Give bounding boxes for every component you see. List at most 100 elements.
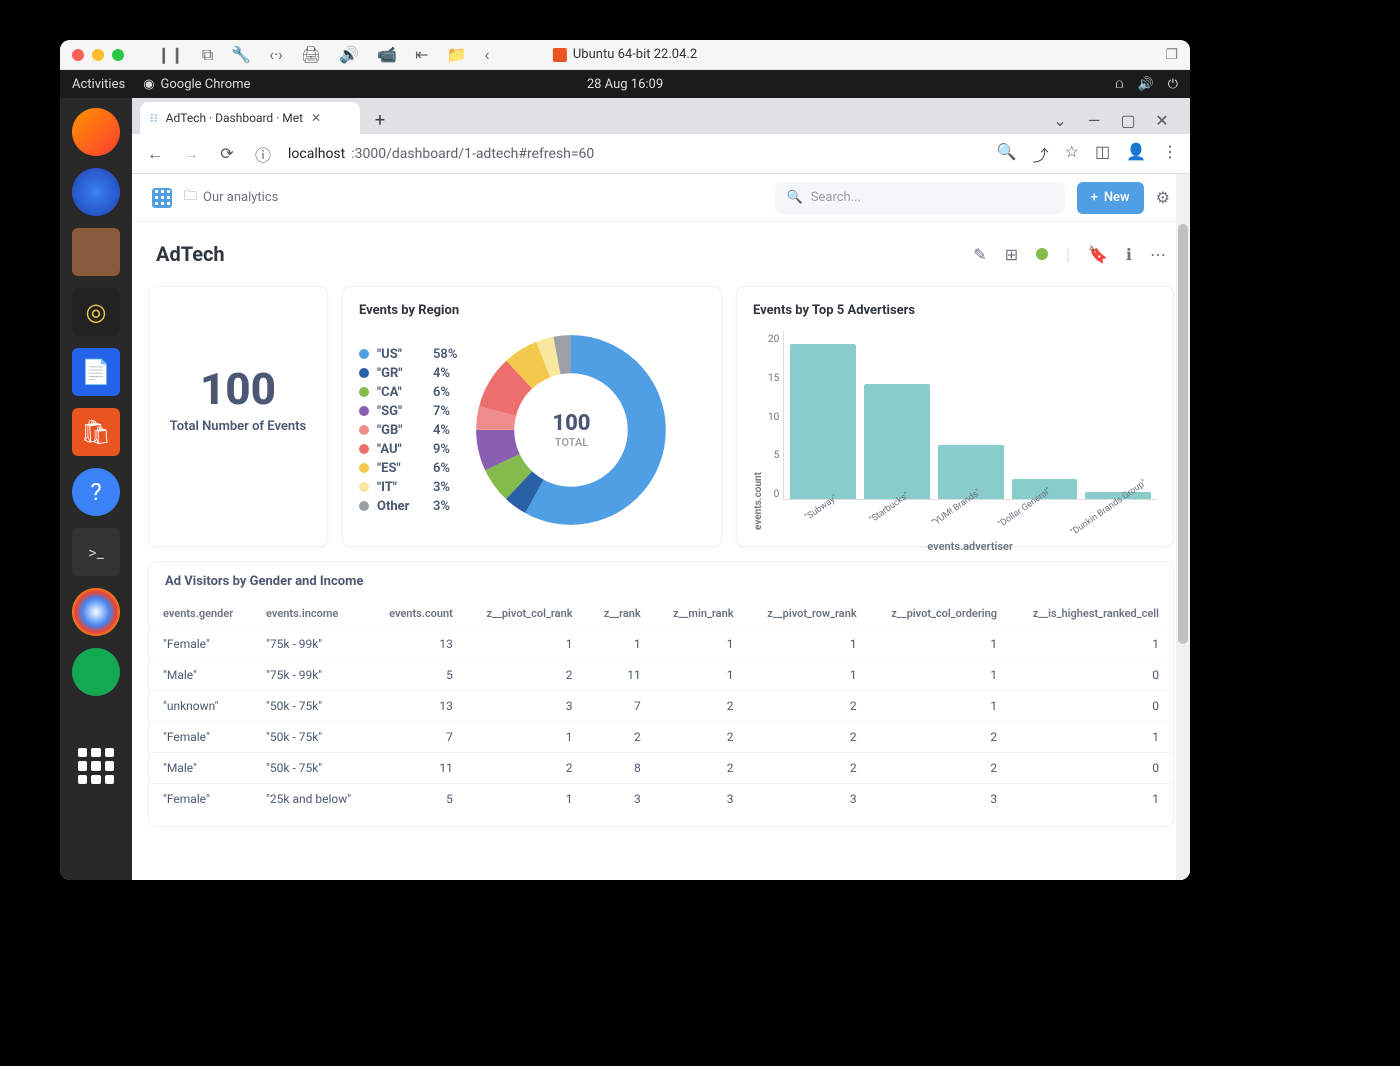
gnome-top-bar: Activities ◉ Google Chrome 28 Aug 16:09 … bbox=[60, 70, 1190, 98]
dashboard-header: AdTech ✎ ⊞ | 🔖 ℹ ⋯ bbox=[132, 222, 1190, 286]
zoom-icon[interactable]: 🔍 bbox=[997, 142, 1017, 166]
sound-icon[interactable]: 🔊 bbox=[339, 45, 359, 65]
table-row[interactable]: "Male""75k - 99k"52111110 bbox=[149, 660, 1173, 691]
table-row[interactable]: "Female""25k and below"5133331 bbox=[149, 784, 1173, 815]
legend-item[interactable]: "IT"3% bbox=[359, 478, 457, 497]
new-tab-button[interactable]: + bbox=[366, 106, 394, 134]
region-legend: "US"58%"GR"4%"CA"6%"SG"7%"GB"4%"AU"9%"ES… bbox=[359, 345, 457, 516]
window-close-icon[interactable]: ✕ bbox=[1148, 106, 1176, 134]
clock[interactable]: 28 Aug 16:09 bbox=[587, 77, 663, 92]
url-display[interactable]: localhost:3000/dashboard/1-adtech#refres… bbox=[288, 146, 594, 162]
legend-item[interactable]: "GB"4% bbox=[359, 421, 457, 440]
card-top-advertisers[interactable]: Events by Top 5 Advertisers events.count… bbox=[736, 286, 1174, 547]
profile-icon[interactable]: 👤 bbox=[1126, 142, 1146, 166]
new-button[interactable]: + New bbox=[1077, 182, 1144, 214]
back-icon[interactable]: ‹ bbox=[484, 45, 489, 65]
table-row[interactable]: "Female""75k - 99k"13111111 bbox=[149, 629, 1173, 660]
favicon-icon: ⁝⁝ bbox=[150, 111, 158, 125]
address-bar: ← → ⟳ ⓘ localhost:3000/dashboard/1-adtec… bbox=[132, 134, 1190, 174]
mac-titlebar: ❙❙ ⧉ 🔧 ‹·› 🖨 🔊 📹 ⇤ 📁 ‹ Ubuntu 64-bit 22.… bbox=[60, 40, 1190, 70]
edit-icon[interactable]: ✎ bbox=[973, 245, 986, 264]
folder-icon[interactable]: 📁 bbox=[447, 45, 467, 65]
table-row[interactable]: "unknown""50k - 75k"13372210 bbox=[149, 691, 1173, 722]
show-apps-icon[interactable] bbox=[78, 748, 114, 784]
sidepanel-icon[interactable]: ◫ bbox=[1095, 142, 1110, 166]
breadcrumb[interactable]: 🗀 Our analytics bbox=[184, 187, 278, 209]
tab-title: AdTech · Dashboard · Met bbox=[166, 111, 303, 125]
mac-minimize-icon[interactable] bbox=[92, 49, 104, 61]
plus-icon: + bbox=[1091, 190, 1098, 205]
snapshot-icon[interactable]: ⧉ bbox=[202, 45, 213, 65]
legend-item[interactable]: "SG"7% bbox=[359, 402, 457, 421]
activities-button[interactable]: Activities bbox=[72, 77, 125, 92]
window-minimize-icon[interactable]: — bbox=[1080, 106, 1108, 134]
files-icon[interactable] bbox=[72, 228, 120, 276]
transfer-icon[interactable]: ⇤ bbox=[415, 45, 428, 65]
power-icon[interactable]: ⏻ bbox=[1168, 77, 1178, 92]
legend-item[interactable]: "GR"4% bbox=[359, 364, 457, 383]
data-table: events.genderevents.incomeevents.countz_… bbox=[149, 599, 1173, 814]
window-maximize-icon[interactable]: ▢ bbox=[1114, 106, 1142, 134]
printer-icon[interactable]: 🖨 bbox=[301, 45, 321, 65]
tab-strip: ⁝⁝ AdTech · Dashboard · Met ✕ + ⌄ — ▢ ✕ bbox=[132, 98, 1190, 134]
metabase-logo-icon[interactable] bbox=[152, 188, 172, 208]
legend-item[interactable]: "US"58% bbox=[359, 345, 457, 364]
thunderbird-icon[interactable] bbox=[72, 168, 120, 216]
active-app[interactable]: ◉ Google Chrome bbox=[143, 77, 250, 92]
help-icon[interactable]: ? bbox=[72, 468, 120, 516]
metabase-header: 🗀 Our analytics 🔍 Search... + New ⚙ bbox=[132, 174, 1190, 222]
page-content: 🗀 Our analytics 🔍 Search... + New ⚙ AdTe… bbox=[132, 174, 1190, 880]
card-total-events[interactable]: 100 Total Number of Events bbox=[148, 286, 328, 547]
code-icon[interactable]: ‹·› bbox=[269, 45, 283, 65]
wrench-icon[interactable]: 🔧 bbox=[231, 45, 251, 65]
card-events-by-region[interactable]: Events by Region "US"58%"GR"4%"CA"6%"SG"… bbox=[342, 286, 722, 547]
scrollbar-thumb[interactable] bbox=[1178, 224, 1188, 644]
scrollbar[interactable] bbox=[1176, 174, 1190, 880]
info-icon[interactable]: ℹ bbox=[1126, 245, 1132, 264]
legend-item[interactable]: "ES"6% bbox=[359, 459, 457, 478]
bar[interactable] bbox=[790, 344, 856, 499]
legend-item[interactable]: Other3% bbox=[359, 497, 457, 516]
add-card-icon[interactable]: ⊞ bbox=[1005, 245, 1018, 264]
terminal-icon[interactable]: >_ bbox=[72, 528, 120, 576]
search-icon: 🔍 bbox=[787, 190, 803, 205]
bookmark-icon[interactable]: ☆ bbox=[1065, 142, 1079, 166]
nav-back-icon[interactable]: ← bbox=[144, 143, 166, 165]
chrome-menu-icon[interactable]: ⋮ bbox=[1162, 142, 1178, 166]
gear-icon[interactable]: ⚙ bbox=[1156, 188, 1170, 207]
more-icon[interactable]: ⋯ bbox=[1150, 245, 1166, 264]
network-icon[interactable]: ⩍ bbox=[1115, 77, 1123, 92]
browser-tab[interactable]: ⁝⁝ AdTech · Dashboard · Met ✕ bbox=[140, 102, 360, 134]
ubuntu-software-icon[interactable]: 🛍 bbox=[72, 408, 120, 456]
libreoffice-writer-icon[interactable]: 📄 bbox=[72, 348, 120, 396]
mac-close-icon[interactable] bbox=[72, 49, 84, 61]
google-chrome-icon[interactable] bbox=[72, 588, 120, 636]
bar[interactable] bbox=[864, 384, 930, 499]
table-row[interactable]: "Male""50k - 75k"11282220 bbox=[149, 753, 1173, 784]
tab-close-icon[interactable]: ✕ bbox=[311, 111, 321, 125]
share-icon[interactable]: ⤴ bbox=[1033, 142, 1049, 166]
window-mode-icon[interactable]: ❐ bbox=[1165, 47, 1178, 63]
site-info-icon[interactable]: ⓘ bbox=[252, 143, 274, 165]
y-axis: 20151050 bbox=[768, 330, 783, 530]
camera-icon[interactable]: 📹 bbox=[377, 45, 397, 65]
firefox-icon[interactable] bbox=[72, 108, 120, 156]
bookmark-dash-icon[interactable]: 🔖 bbox=[1088, 245, 1108, 264]
mac-zoom-icon[interactable] bbox=[112, 49, 124, 61]
vm-title: Ubuntu 64-bit 22.04.2 bbox=[573, 47, 697, 62]
tab-dropdown-icon[interactable]: ⌄ bbox=[1046, 106, 1074, 134]
search-input[interactable]: 🔍 Search... bbox=[775, 182, 1065, 214]
nav-reload-icon[interactable]: ⟳ bbox=[216, 143, 238, 165]
rhythmbox-icon[interactable]: ◎ bbox=[72, 288, 120, 336]
auto-refresh-icon[interactable] bbox=[1036, 248, 1048, 260]
vm-window: ❙❙ ⧉ 🔧 ‹·› 🖨 🔊 📹 ⇤ 📁 ‹ Ubuntu 64-bit 22.… bbox=[60, 40, 1190, 880]
legend-item[interactable]: "AU"9% bbox=[359, 440, 457, 459]
legend-item[interactable]: "CA"6% bbox=[359, 383, 457, 402]
nav-forward-icon[interactable]: → bbox=[180, 143, 202, 165]
volume-icon[interactable]: 🔊 bbox=[1138, 77, 1154, 92]
pause-icon[interactable]: ❙❙ bbox=[157, 45, 184, 65]
table-row[interactable]: "Female""50k - 75k"7122221 bbox=[149, 722, 1173, 753]
mongodb-icon[interactable] bbox=[72, 648, 120, 696]
total-label: Total Number of Events bbox=[165, 419, 311, 434]
card-ad-visitors[interactable]: Ad Visitors by Gender and Income events.… bbox=[148, 561, 1174, 827]
